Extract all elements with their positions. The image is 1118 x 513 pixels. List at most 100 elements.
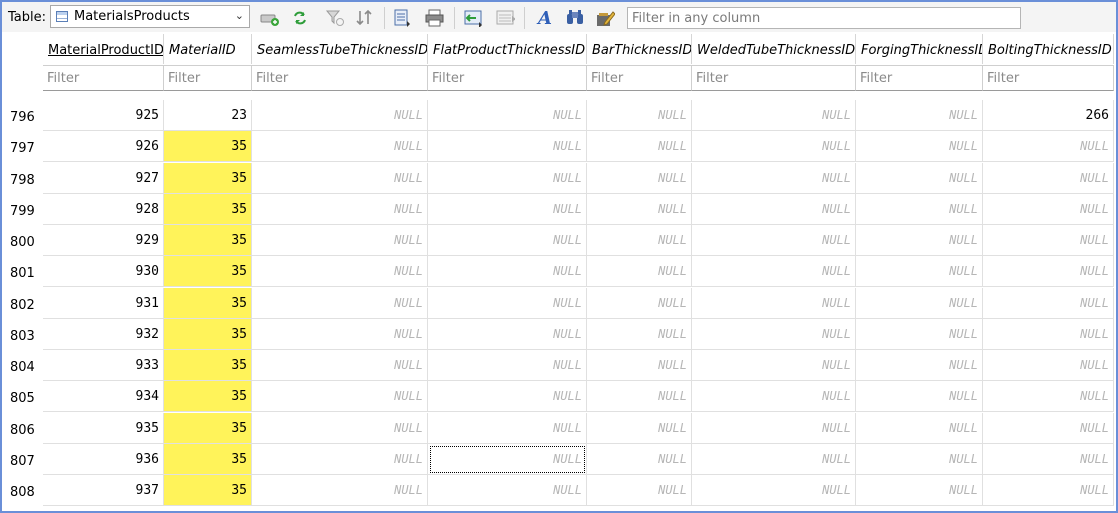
table-cell[interactable]: NULL bbox=[587, 350, 692, 381]
import-icon[interactable] bbox=[463, 8, 483, 28]
table-cell[interactable]: NULL bbox=[983, 163, 1114, 194]
table-cell[interactable]: NULL bbox=[428, 100, 587, 131]
column-filter-input[interactable] bbox=[252, 65, 428, 91]
table-cell[interactable]: NULL bbox=[856, 350, 983, 381]
table-cell[interactable]: NULL bbox=[692, 350, 856, 381]
table-cell[interactable]: NULL bbox=[428, 256, 587, 287]
table-cell[interactable]: NULL bbox=[692, 163, 856, 194]
table-cell[interactable]: NULL bbox=[983, 413, 1114, 444]
table-cell[interactable]: NULL bbox=[856, 163, 983, 194]
row-number[interactable]: 805 bbox=[2, 381, 43, 412]
font-icon[interactable]: A bbox=[535, 8, 555, 29]
table-cell[interactable]: 925 bbox=[43, 100, 164, 131]
table-cell[interactable]: 931 bbox=[43, 288, 164, 319]
table-cell[interactable]: 35 bbox=[164, 413, 252, 444]
row-number[interactable]: 798 bbox=[2, 163, 43, 194]
table-cell[interactable]: NULL bbox=[856, 256, 983, 287]
table-cell[interactable]: NULL bbox=[428, 163, 587, 194]
column-filter-input[interactable] bbox=[43, 65, 164, 91]
table-cell[interactable]: NULL bbox=[587, 319, 692, 350]
table-cell[interactable]: NULL bbox=[428, 381, 587, 412]
table-cell[interactable]: 35 bbox=[164, 350, 252, 381]
table-cell[interactable]: NULL bbox=[856, 100, 983, 131]
column-filter-input[interactable] bbox=[692, 65, 856, 91]
table-cell[interactable]: 934 bbox=[43, 381, 164, 412]
table-cell[interactable]: NULL bbox=[856, 413, 983, 444]
table-cell[interactable]: NULL bbox=[252, 131, 428, 162]
table-cell[interactable]: NULL bbox=[587, 413, 692, 444]
table-cell[interactable]: 35 bbox=[164, 444, 252, 475]
table-cell[interactable]: NULL bbox=[692, 288, 856, 319]
table-cell[interactable]: NULL bbox=[692, 381, 856, 412]
table-cell[interactable]: NULL bbox=[252, 288, 428, 319]
sort-icon[interactable] bbox=[355, 8, 375, 28]
table-cell[interactable]: 23 bbox=[164, 100, 252, 131]
table-cell[interactable]: NULL bbox=[856, 225, 983, 256]
table-cell[interactable]: NULL bbox=[252, 475, 428, 506]
table-cell[interactable]: NULL bbox=[983, 444, 1114, 475]
find-icon[interactable] bbox=[565, 8, 585, 28]
table-cell[interactable]: 929 bbox=[43, 225, 164, 256]
table-cell[interactable]: NULL bbox=[692, 131, 856, 162]
filter-any-column-input[interactable] bbox=[627, 7, 1021, 29]
table-cell[interactable]: NULL bbox=[428, 350, 587, 381]
table-cell[interactable]: 35 bbox=[164, 256, 252, 287]
table-cell[interactable]: NULL bbox=[428, 475, 587, 506]
table-cell[interactable]: 35 bbox=[164, 288, 252, 319]
row-number[interactable]: 804 bbox=[2, 350, 43, 381]
table-cell[interactable]: NULL bbox=[983, 131, 1114, 162]
table-cell[interactable]: NULL bbox=[587, 475, 692, 506]
row-number[interactable]: 801 bbox=[2, 256, 43, 287]
export-icon[interactable] bbox=[393, 8, 413, 28]
table-cell[interactable]: 35 bbox=[164, 381, 252, 412]
row-number[interactable]: 796 bbox=[2, 100, 43, 131]
table-cell[interactable]: NULL bbox=[587, 256, 692, 287]
table-cell[interactable]: NULL bbox=[983, 350, 1114, 381]
table-cell[interactable]: NULL bbox=[692, 100, 856, 131]
table-cell[interactable]: NULL bbox=[252, 194, 428, 225]
table-selector[interactable]: MaterialsProducts ⌄ bbox=[50, 5, 250, 28]
table-cell[interactable]: 35 bbox=[164, 163, 252, 194]
table-cell[interactable]: 266 bbox=[983, 100, 1114, 131]
table-cell[interactable]: NULL bbox=[692, 444, 856, 475]
table-cell[interactable]: NULL bbox=[587, 100, 692, 131]
refresh-icon[interactable] bbox=[290, 8, 310, 28]
add-record-icon[interactable] bbox=[260, 8, 280, 28]
table-cell[interactable]: NULL bbox=[428, 413, 587, 444]
column-header[interactable]: FlatProductThicknessID bbox=[428, 34, 587, 64]
column-header[interactable]: WeldedTubeThicknessID bbox=[692, 34, 856, 64]
table-cell[interactable]: NULL bbox=[587, 381, 692, 412]
table-cell[interactable]: NULL bbox=[692, 319, 856, 350]
table-cell[interactable]: 35 bbox=[164, 131, 252, 162]
column-settings-icon[interactable] bbox=[495, 8, 515, 28]
table-cell[interactable]: 35 bbox=[164, 194, 252, 225]
table-cell[interactable]: NULL bbox=[856, 288, 983, 319]
column-filter-input[interactable] bbox=[587, 65, 692, 91]
table-cell[interactable]: 933 bbox=[43, 350, 164, 381]
table-cell[interactable]: NULL bbox=[856, 194, 983, 225]
column-filter-input[interactable] bbox=[983, 65, 1114, 91]
table-cell[interactable]: NULL bbox=[252, 319, 428, 350]
column-header[interactable]: SeamlessTubeThicknessID bbox=[252, 34, 428, 64]
table-cell[interactable]: 936 bbox=[43, 444, 164, 475]
table-cell[interactable]: NULL bbox=[252, 381, 428, 412]
table-cell[interactable]: NULL bbox=[983, 225, 1114, 256]
table-cell[interactable]: 927 bbox=[43, 163, 164, 194]
table-cell[interactable]: 935 bbox=[43, 413, 164, 444]
table-cell[interactable]: NULL bbox=[692, 225, 856, 256]
table-cell[interactable]: NULL bbox=[856, 319, 983, 350]
print-icon[interactable] bbox=[425, 8, 445, 28]
table-cell[interactable]: NULL bbox=[252, 350, 428, 381]
table-cell[interactable]: 937 bbox=[43, 475, 164, 506]
column-header[interactable]: ForgingThicknessID bbox=[856, 34, 983, 64]
table-cell[interactable]: NULL bbox=[252, 444, 428, 475]
table-cell[interactable]: 35 bbox=[164, 319, 252, 350]
edit-icon[interactable] bbox=[595, 8, 615, 28]
table-cell[interactable]: 928 bbox=[43, 194, 164, 225]
row-number[interactable]: 803 bbox=[2, 319, 43, 350]
row-number[interactable]: 807 bbox=[2, 444, 43, 475]
table-cell[interactable]: NULL bbox=[252, 163, 428, 194]
table-cell[interactable]: 35 bbox=[164, 225, 252, 256]
table-cell[interactable]: NULL bbox=[252, 413, 428, 444]
table-cell[interactable]: NULL bbox=[983, 475, 1114, 506]
